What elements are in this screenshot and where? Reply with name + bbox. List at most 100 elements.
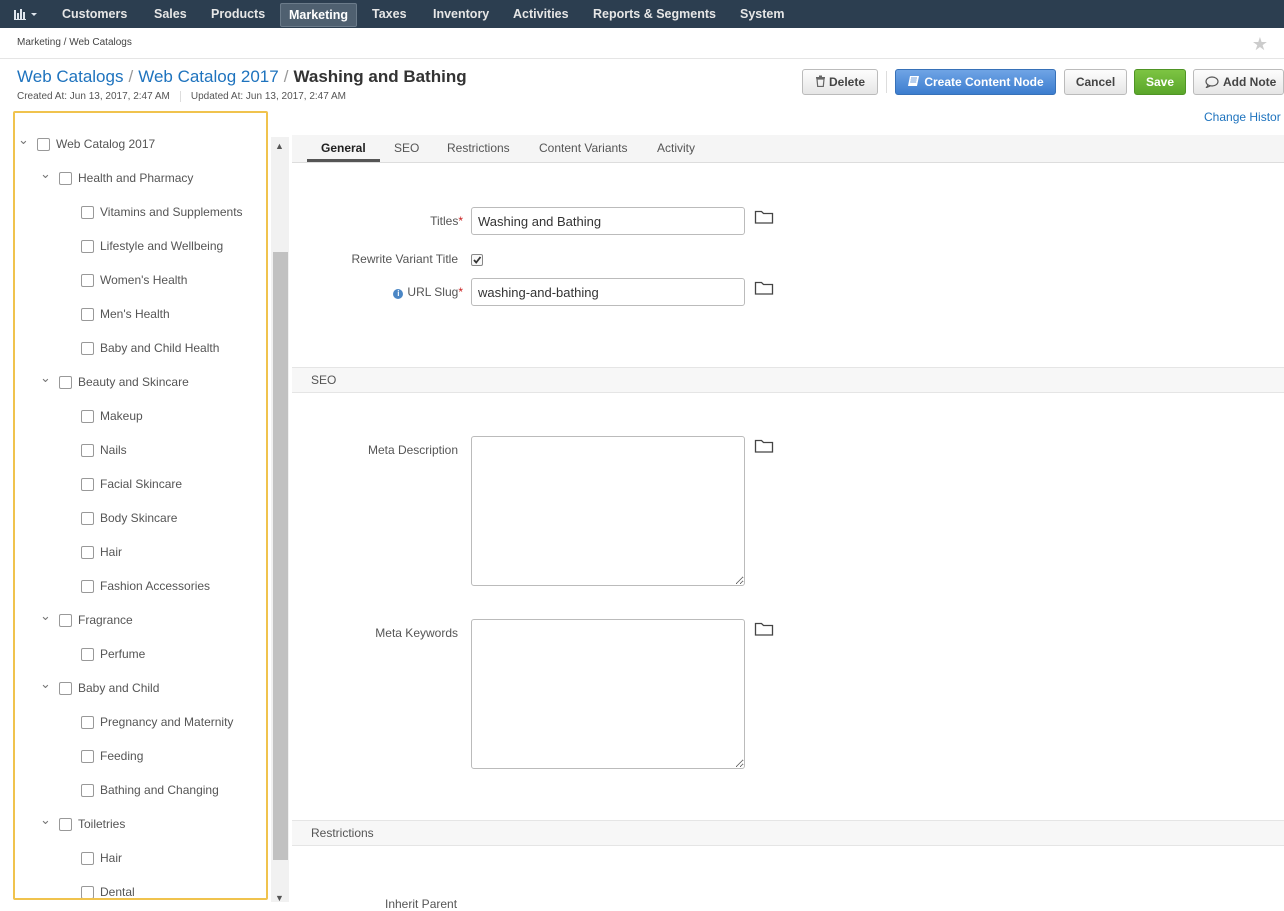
tree-node-checkbox[interactable]	[81, 512, 94, 525]
tree-node-checkbox[interactable]	[81, 784, 94, 797]
tree-node-checkbox[interactable]	[81, 546, 94, 559]
titles-input[interactable]	[471, 207, 745, 235]
change-history-link[interactable]: Change Histor	[1204, 110, 1281, 124]
save-button[interactable]: Save	[1134, 69, 1186, 95]
tree-node[interactable]: Men's Health	[18, 305, 258, 323]
seo-section-title: SEO	[311, 373, 337, 387]
folder-icon[interactable]	[754, 209, 774, 225]
tree-node-checkbox[interactable]	[59, 682, 72, 695]
tree-node-label: Lifestyle and Wellbeing	[100, 239, 224, 253]
chevron-down-icon[interactable]: ⌄	[40, 371, 52, 384]
caret-down-icon	[31, 13, 37, 16]
tree-node-checkbox[interactable]	[81, 342, 94, 355]
tree-node[interactable]: Bathing and Changing	[18, 781, 258, 799]
tree-node[interactable]: Dental	[18, 883, 258, 898]
tree-node[interactable]: Lifestyle and Wellbeing	[18, 237, 258, 255]
folder-icon[interactable]	[754, 621, 774, 637]
title-separator: /	[283, 67, 289, 86]
tree-node[interactable]: Feeding	[18, 747, 258, 765]
chevron-down-icon[interactable]: ⌄	[18, 133, 30, 146]
nav-reports-segments[interactable]: Reports & Segments	[593, 0, 716, 28]
dashboard-menu[interactable]	[14, 7, 40, 24]
chevron-down-icon[interactable]: ⌄	[40, 609, 52, 622]
meta-description-textarea[interactable]	[471, 436, 745, 586]
tree-node-checkbox[interactable]	[81, 410, 94, 423]
rewrite-variant-title-checkbox[interactable]	[471, 254, 483, 266]
tree-node-checkbox[interactable]	[81, 852, 94, 865]
nav-products[interactable]: Products	[211, 0, 265, 28]
delete-button[interactable]: Delete	[802, 69, 878, 95]
tree-node-checkbox[interactable]	[81, 716, 94, 729]
tree-node[interactable]: Fashion Accessories	[18, 577, 258, 595]
add-note-label: Add Note	[1223, 75, 1277, 89]
chevron-down-icon[interactable]: ⌄	[40, 677, 52, 690]
nav-system[interactable]: System	[740, 0, 784, 28]
nav-activities[interactable]: Activities	[513, 0, 569, 28]
info-icon[interactable]: i	[393, 289, 404, 299]
tree-node-label: Feeding	[100, 749, 144, 763]
tree-node[interactable]: Pregnancy and Maternity	[18, 713, 258, 731]
create-content-node-button[interactable]: Create Content Node	[895, 69, 1056, 95]
tree-node[interactable]: ⌄ Fragrance	[18, 609, 258, 629]
meta-keywords-textarea[interactable]	[471, 619, 745, 769]
folder-icon[interactable]	[754, 438, 774, 454]
cancel-button[interactable]: Cancel	[1064, 69, 1127, 95]
tree-node-label: Perfume	[100, 647, 146, 661]
tree-node[interactable]: Facial Skincare	[18, 475, 258, 493]
tree-node-checkbox[interactable]	[59, 818, 72, 831]
tree-node-checkbox[interactable]	[59, 614, 72, 627]
tree-node-checkbox[interactable]	[81, 648, 94, 661]
tree-node[interactable]: ⌄ Beauty and Skincare	[18, 371, 258, 391]
tree-node-checkbox[interactable]	[81, 750, 94, 763]
nav-taxes[interactable]: Taxes	[372, 0, 407, 28]
tab-activity[interactable]: Activity	[657, 135, 695, 162]
tree-node-label: Web Catalog 2017	[56, 137, 156, 151]
tree-node[interactable]: Perfume	[18, 645, 258, 663]
tree-node[interactable]: Vitamins and Supplements	[18, 203, 258, 221]
tree-node[interactable]: Nails	[18, 441, 258, 459]
title-link-web-catalog-2017[interactable]: Web Catalog 2017	[138, 67, 279, 86]
tree-node[interactable]: ⌄ Web Catalog 2017	[18, 133, 258, 153]
tree-node-checkbox[interactable]	[59, 172, 72, 185]
tree-node-checkbox[interactable]	[81, 444, 94, 457]
tree-node-checkbox[interactable]	[59, 376, 72, 389]
nav-sales[interactable]: Sales	[154, 0, 187, 28]
tree-node[interactable]: ⌄ Toiletries	[18, 813, 258, 833]
tree-node-checkbox[interactable]	[37, 138, 50, 151]
tree-scrollbar-thumb[interactable]	[273, 252, 288, 860]
tree-node-checkbox[interactable]	[81, 580, 94, 593]
favorite-star-icon[interactable]: ★	[1252, 34, 1268, 55]
tree-node[interactable]: Body Skincare	[18, 509, 258, 527]
tree-node-checkbox[interactable]	[81, 240, 94, 253]
tab-general[interactable]: General	[307, 135, 380, 162]
url-slug-input[interactable]	[471, 278, 745, 306]
tree-node[interactable]: ⌄ Baby and Child	[18, 677, 258, 697]
nav-inventory[interactable]: Inventory	[433, 0, 489, 28]
tree-node[interactable]: Hair	[18, 543, 258, 561]
tree-node-checkbox[interactable]	[81, 206, 94, 219]
top-navigation: Customers Sales Products Marketing Taxes…	[0, 0, 1284, 28]
trash-icon	[815, 75, 825, 88]
tree-node-checkbox[interactable]	[81, 274, 94, 287]
chevron-down-icon[interactable]: ⌄	[40, 813, 52, 826]
tree-node[interactable]: Makeup	[18, 407, 258, 425]
tab-restrictions[interactable]: Restrictions	[447, 135, 510, 162]
scroll-up-arrow-icon[interactable]: ▲	[275, 141, 284, 151]
chevron-down-icon[interactable]: ⌄	[40, 167, 52, 180]
tree-node-label: Bathing and Changing	[100, 783, 219, 797]
tree-node-checkbox[interactable]	[81, 308, 94, 321]
tree-node[interactable]: ⌄ Health and Pharmacy	[18, 167, 258, 187]
nav-marketing[interactable]: Marketing	[280, 3, 358, 27]
folder-icon[interactable]	[754, 280, 774, 296]
tree-node-checkbox[interactable]	[81, 886, 94, 898]
tree-node[interactable]: Women's Health	[18, 271, 258, 289]
tab-seo[interactable]: SEO	[394, 135, 419, 162]
nav-customers[interactable]: Customers	[62, 0, 127, 28]
tree-node-checkbox[interactable]	[81, 478, 94, 491]
url-slug-label-text: URL Slug	[407, 285, 459, 299]
add-note-button[interactable]: Add Note	[1193, 69, 1284, 95]
tab-content-variants[interactable]: Content Variants	[539, 135, 628, 162]
tree-node[interactable]: Hair	[18, 849, 258, 867]
title-link-web-catalogs[interactable]: Web Catalogs	[17, 67, 123, 86]
tree-node[interactable]: Baby and Child Health	[18, 339, 258, 357]
